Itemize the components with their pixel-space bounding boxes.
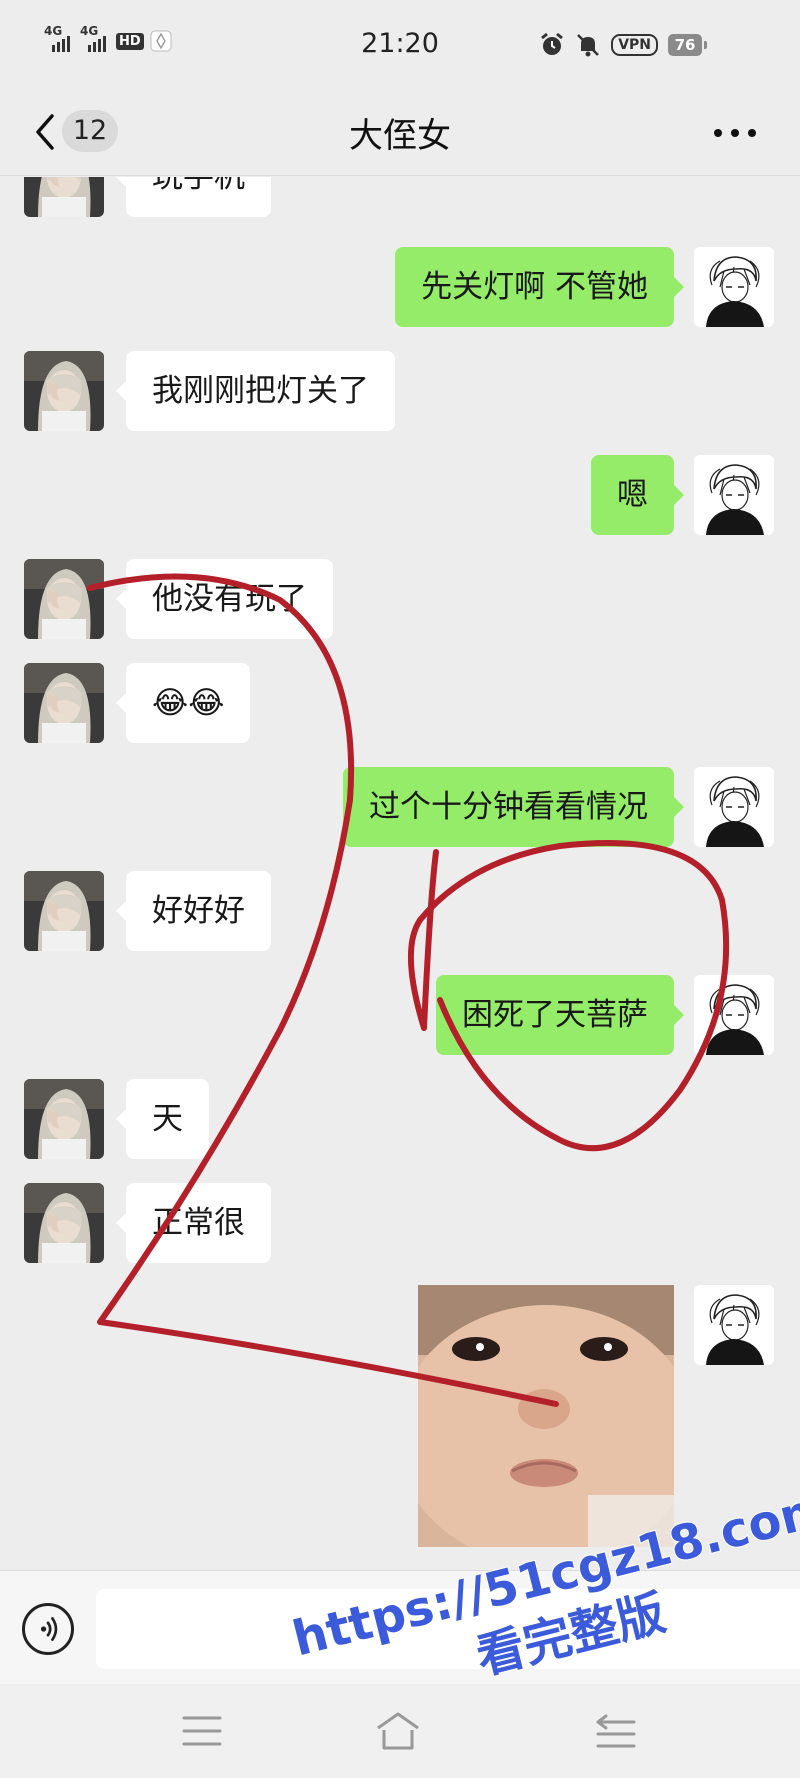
- back-icon[interactable]: [592, 1708, 640, 1754]
- contact-avatar[interactable]: [24, 871, 104, 951]
- contact-avatar[interactable]: [24, 351, 104, 431]
- menu-icon[interactable]: [178, 1708, 226, 1754]
- message-input-bar: [0, 1570, 800, 1684]
- message-bubble[interactable]: 正常很: [116, 1183, 271, 1263]
- message-bubble[interactable]: 困死了天菩萨: [436, 975, 684, 1055]
- message-list[interactable]: 玩手机 先关灯啊 不管她 我刚刚把灯关了 嗯 他没有玩了 😂😂 过个十分钟看看情…: [0, 177, 800, 1570]
- more-dots-icon[interactable]: [710, 118, 760, 148]
- self-avatar[interactable]: [694, 247, 774, 327]
- contact-avatar[interactable]: [24, 1079, 104, 1159]
- self-avatar[interactable]: [694, 767, 774, 847]
- contact-avatar[interactable]: [24, 663, 104, 743]
- chat-title: 大侄女: [349, 116, 451, 156]
- message-bubble[interactable]: 好好好: [116, 871, 271, 951]
- contact-avatar[interactable]: [24, 1183, 104, 1263]
- mute-bell-icon: [577, 34, 600, 57]
- status-right-icons: VPN 76: [539, 32, 707, 58]
- battery-icon: 76: [668, 34, 707, 56]
- self-avatar[interactable]: [694, 1285, 774, 1365]
- baby-pout-sticker[interactable]: [418, 1285, 674, 1547]
- emoji-message-bubble[interactable]: 😂😂: [115, 663, 251, 743]
- contact-avatar[interactable]: [24, 177, 104, 217]
- chat-header: 12 大侄女: [0, 92, 800, 176]
- alarm-icon: [541, 32, 564, 55]
- message-bubble[interactable]: 过个十分钟看看情况: [343, 767, 684, 847]
- contact-avatar[interactable]: [24, 559, 104, 639]
- voice-toggle-icon[interactable]: [22, 1603, 74, 1655]
- self-avatar[interactable]: [694, 975, 774, 1055]
- message-bubble[interactable]: 先关灯啊 不管她: [395, 247, 684, 327]
- message-bubble[interactable]: 嗯: [591, 455, 684, 535]
- vpn-badge: VPN: [611, 34, 658, 56]
- status-bar: 4G 4G HD 21:20 VPN 76: [0, 0, 800, 92]
- home-icon[interactable]: [374, 1708, 422, 1754]
- message-input[interactable]: [96, 1589, 800, 1669]
- self-avatar[interactable]: [694, 455, 774, 535]
- message-bubble[interactable]: 他没有玩了: [116, 559, 333, 639]
- message-bubble[interactable]: 我刚刚把灯关了: [116, 351, 395, 431]
- message-bubble[interactable]: 玩手机: [116, 177, 271, 217]
- system-nav-bar: [0, 1684, 800, 1778]
- message-bubble[interactable]: 天: [116, 1079, 209, 1159]
